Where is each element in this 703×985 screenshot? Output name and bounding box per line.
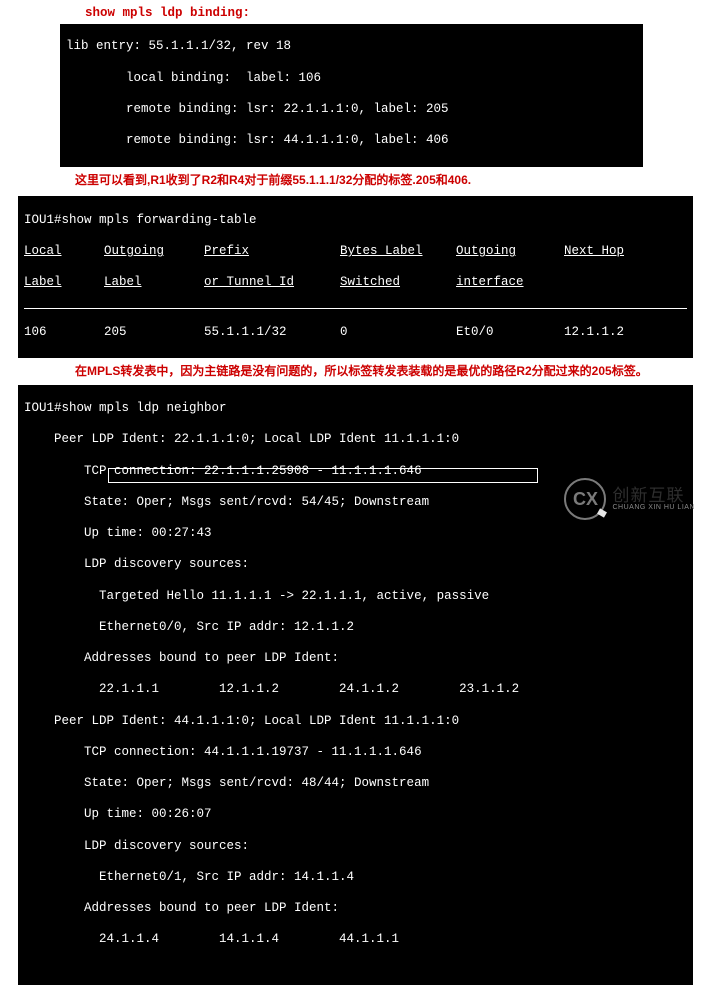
cell-prefix: 55.1.1.1/32 xyxy=(204,325,340,341)
hdr-switched: Switched xyxy=(340,275,456,291)
hdr-out-if: Outgoing xyxy=(456,244,564,260)
hdr-outgoing: Outgoing xyxy=(104,244,204,260)
term-line: lib entry: 55.1.1.1/32, rev 18 xyxy=(66,39,637,55)
hdr-interface: interface xyxy=(456,275,564,291)
term-line: Addresses bound to peer LDP Ident: xyxy=(24,651,687,667)
hdr-local: Local xyxy=(24,244,104,260)
divider xyxy=(24,308,687,309)
cell-nexthop: 12.1.1.2 xyxy=(564,325,656,341)
term-line: TCP connection: 44.1.1.1.19737 - 11.1.1.… xyxy=(24,745,687,761)
term-prompt: IOU1#show mpls forwarding-table xyxy=(24,213,687,229)
terminal-output-binding: lib entry: 55.1.1.1/32, rev 18 local bin… xyxy=(60,24,643,168)
hdr-blank xyxy=(564,275,656,291)
term-line: Peer LDP Ident: 44.1.1.1:0; Local LDP Id… xyxy=(24,714,687,730)
term-line: 22.1.1.1 12.1.1.2 24.1.1.2 23.1.1.2 xyxy=(24,682,687,698)
term-line: Ethernet0/1, Src IP addr: 14.1.1.4 xyxy=(24,870,687,886)
watermark-en: CHUANG XIN HU LIAN xyxy=(612,504,695,511)
term-line-targeted-hello: Targeted Hello 11.1.1.1 -> 22.1.1.1, act… xyxy=(24,589,687,605)
term-line: State: Oper; Msgs sent/rcvd: 48/44; Down… xyxy=(24,776,687,792)
watermark-logo-icon: CX xyxy=(564,478,606,520)
term-line: Peer LDP Ident: 22.1.1.1:0; Local LDP Id… xyxy=(24,432,687,448)
watermark-logo-text: CX xyxy=(573,488,598,511)
terminal-output-forwarding: IOU1#show mpls forwarding-table Local Ou… xyxy=(18,196,693,357)
hdr-prefix: Prefix xyxy=(204,244,340,260)
term-line: Ethernet0/0, Src IP addr: 12.1.1.2 xyxy=(24,620,687,636)
hdr-bytes: Bytes Label xyxy=(340,244,456,260)
term-line: TCP connection: 22.1.1.1.25908 - 11.1.1.… xyxy=(24,464,687,480)
watermark-cn: 创新互联 xyxy=(612,487,695,504)
annotation-2: 在MPLS转发表中，因为主链路是没有问题的，所以标签转发表装载的是最优的路径R2… xyxy=(75,364,703,379)
term-line: 24.1.1.4 14.1.1.4 44.1.1.1 xyxy=(24,932,687,948)
cell-bytes: 0 xyxy=(340,325,456,341)
term-prompt: IOU1#show mpls ldp neighbor xyxy=(24,401,687,417)
term-line: remote binding: lsr: 22.1.1.1:0, label: … xyxy=(66,102,637,118)
hdr-label: Label xyxy=(24,275,104,291)
cell-outgoing: 205 xyxy=(104,325,204,341)
cell-local: 106 xyxy=(24,325,104,341)
terminal-output-neighbor: IOU1#show mpls ldp neighbor Peer LDP Ide… xyxy=(18,385,693,985)
term-line: local binding: label: 106 xyxy=(66,71,637,87)
term-line: Up time: 00:26:07 xyxy=(24,807,687,823)
term-line: Up time: 00:27:43 xyxy=(24,526,687,542)
hdr-label2: Label xyxy=(104,275,204,291)
term-line: LDP discovery sources: xyxy=(24,839,687,855)
term-line: LDP discovery sources: xyxy=(24,557,687,573)
term-line: Addresses bound to peer LDP Ident: xyxy=(24,901,687,917)
table-row: 106 205 55.1.1.1/32 0 Et0/0 12.1.1.2 xyxy=(24,325,687,341)
hdr-nexthop: Next Hop xyxy=(564,244,656,260)
annotation-1: 这里可以看到,R1收到了R2和R4对于前缀55.1.1.1/32分配的标签.20… xyxy=(75,173,703,188)
table-header-row2: Label Label or Tunnel Id Switched interf… xyxy=(24,275,687,291)
table-header-row: Local Outgoing Prefix Bytes Label Outgoi… xyxy=(24,244,687,260)
hdr-tunnel: or Tunnel Id xyxy=(204,275,340,291)
term-line: remote binding: lsr: 44.1.1.1:0, label: … xyxy=(66,133,637,149)
watermark: CX 创新互联 CHUANG XIN HU LIAN xyxy=(564,478,695,520)
cell-interface: Et0/0 xyxy=(456,325,564,341)
command-title-binding: show mpls ldp binding: xyxy=(85,6,703,22)
